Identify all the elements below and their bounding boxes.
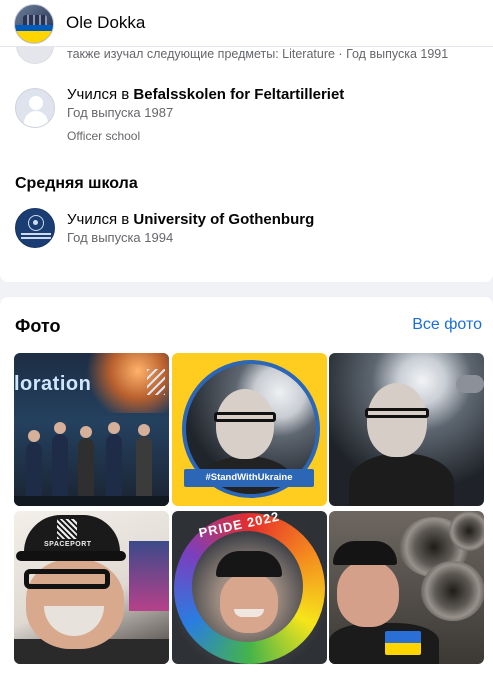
photo-thumbnail-2[interactable]: #StandWithUkraine xyxy=(172,353,327,506)
school-2-prefix: Учился в xyxy=(67,211,134,228)
all-photos-link[interactable]: Все фото xyxy=(412,316,482,334)
photos-card: Фото Все фото loration #StandWithUkraine xyxy=(0,297,493,675)
photos-title: Фото xyxy=(15,316,61,336)
photo-thumbnail-3[interactable] xyxy=(329,353,484,506)
profile-name[interactable]: Ole Dokka xyxy=(66,13,145,33)
ukraine-flag-icon xyxy=(385,631,421,655)
profile-avatar[interactable] xyxy=(14,4,54,44)
photo-thumbnail-5[interactable]: PRIDE 2022 xyxy=(172,511,327,664)
section-title-secondary-school: Средняя школа xyxy=(15,175,138,192)
education-item-partial-text: также изучал следующие предметы: Literat… xyxy=(67,47,449,61)
school-2-year: Год выпуска 1994 xyxy=(67,230,174,245)
school-1-year: Год выпуска 1987 xyxy=(67,105,174,120)
school-placeholder-icon[interactable] xyxy=(15,88,55,128)
school-1-link[interactable]: Befalsskolen for Feltartilleriet xyxy=(133,86,344,103)
school-1-prefix: Учился в xyxy=(67,86,134,103)
photo-thumbnail-6[interactable] xyxy=(329,511,484,664)
university-logo-icon[interactable] xyxy=(15,208,55,248)
profile-header: Ole Dokka xyxy=(0,0,493,47)
school-1-line: Учился в Befalsskolen for Feltartillerie… xyxy=(67,86,344,103)
school-2-link[interactable]: University of Gothenburg xyxy=(133,211,314,228)
photo-2-overlay-text: #StandWithUkraine xyxy=(184,469,314,487)
photo-thumbnail-1[interactable]: loration xyxy=(14,353,169,506)
school-1-note: Officer school xyxy=(67,129,141,143)
photo-1-overlay-text: loration xyxy=(14,373,92,395)
photo-4-overlay-text: SPACEPORT xyxy=(44,541,92,548)
school-2-line: Учился в University of Gothenburg xyxy=(67,211,314,228)
photo-thumbnail-4[interactable]: SPACEPORT xyxy=(14,511,169,664)
